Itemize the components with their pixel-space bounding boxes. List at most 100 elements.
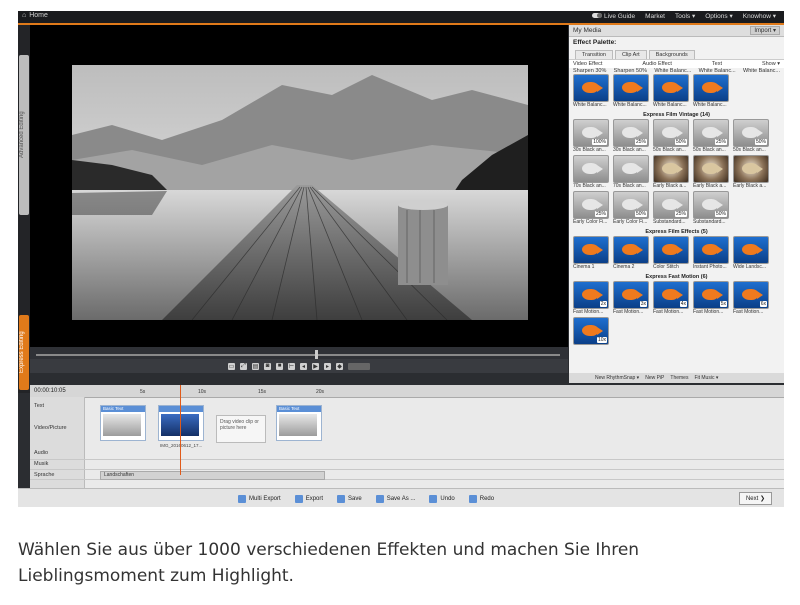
preview-frame [72, 65, 528, 320]
vintage-effect-tile[interactable]: 25% 30s Black an... [613, 119, 649, 153]
effect-thumbnail: 5x [693, 281, 729, 309]
rhythmsnap-button[interactable]: New RhythmSnap ▾ [595, 375, 639, 381]
vintage-grid: 100% 30s Black an... 25% 30s Black an... 50%… [569, 119, 784, 227]
effect-thumbnail [653, 155, 689, 183]
effect-thumbnail: 25% [693, 119, 729, 147]
effect-badge: 50% [714, 211, 727, 217]
options-menu[interactable]: Options ▾ [705, 12, 732, 20]
previous-frame-icon[interactable]: ◂ [300, 362, 307, 370]
undo-button[interactable]: Undo [429, 494, 455, 503]
vintage-effect-tile[interactable]: Early Black a... [693, 155, 729, 189]
home-button[interactable]: ⌂ Home [22, 12, 48, 19]
effect-thumbnail: 6x [733, 281, 769, 309]
fit-music-button[interactable]: Fit Music ▾ [694, 375, 718, 381]
vintage-effect-tile[interactable]: 50% 50s Black an... [653, 119, 689, 153]
vintage-effect-tile[interactable]: 25% 50s Black an... [693, 119, 729, 153]
split-icon[interactable]: ⊢ [288, 362, 295, 370]
vintage-effect-tile[interactable]: 25% Early Color Fi... [573, 191, 609, 225]
drop-zone[interactable]: Drag video clip or picture here [216, 415, 266, 443]
vintage-effect-tile[interactable]: 50% Early Color Fi... [613, 191, 649, 225]
white-balance-effect-tile[interactable]: White Balanc... [693, 74, 729, 108]
vintage-effect-tile[interactable]: 25% Substandard... [653, 191, 689, 225]
volume-icon[interactable]: ◆ [336, 362, 343, 370]
volume-slider[interactable] [348, 362, 370, 370]
aspect-icon[interactable]: ▤ [252, 362, 259, 370]
snapshot-icon[interactable]: ◙ [264, 362, 271, 370]
effect-thumbnail [573, 155, 609, 183]
fish-icon [582, 289, 603, 300]
tab-clip-art[interactable]: Clip Art [614, 50, 647, 59]
multi-export-button[interactable]: Multi Export [238, 494, 281, 503]
video-clip[interactable]: Basic Text [100, 405, 146, 441]
home-icon: ⌂ [22, 12, 27, 19]
ruler-mark: 5s [140, 389, 146, 395]
tab-audio-effect[interactable]: Audio Effect [642, 61, 672, 67]
express-editing-tab[interactable]: Express Editing [19, 315, 29, 390]
save-button[interactable]: Save [337, 494, 362, 503]
film-effect-tile[interactable]: Instant Photo... [693, 236, 729, 270]
effect-caption: Fast Motion... [613, 309, 644, 315]
play-icon[interactable]: ▶ [312, 362, 319, 370]
vintage-effect-tile[interactable]: 100% 30s Black an... [573, 119, 609, 153]
fish-icon [742, 289, 763, 300]
fast-motion-effect-tile[interactable]: 6x Fast Motion... [733, 281, 769, 315]
tab-video-effect[interactable]: Video Effect [573, 61, 602, 67]
new-pip-button[interactable]: New PiP [645, 375, 664, 381]
fish-icon [742, 163, 763, 174]
redo-button[interactable]: Redo [468, 494, 494, 503]
white-balance-effect-tile[interactable]: White Balanc... [573, 74, 609, 108]
knowhow-menu[interactable]: Knowhow ▾ [743, 12, 776, 20]
vintage-effect-tile[interactable]: 50% Substandard... [693, 191, 729, 225]
white-balance-effect-tile[interactable]: White Balanc... [653, 74, 689, 108]
tab-text[interactable]: Text [712, 61, 722, 67]
title-bar: ⌂ Home Live Guide Market Tools ▾ Options … [18, 11, 784, 25]
video-clip-selected[interactable] [158, 405, 204, 441]
fast-motion-effect-tile[interactable]: 3x Fast Motion... [613, 281, 649, 315]
live-guide-toggle[interactable]: Live Guide [592, 12, 635, 20]
fast-motion-effect-tile[interactable]: 10x [573, 317, 609, 345]
vintage-effect-tile[interactable]: 50% 50s Black an... [733, 119, 769, 153]
fish-icon [622, 163, 643, 174]
vintage-effect-tile[interactable]: Early Black a... [653, 155, 689, 189]
next-button[interactable]: Next ❯ [738, 492, 772, 505]
market-menu[interactable]: Market [645, 13, 665, 20]
undo-icon [429, 494, 438, 503]
fast-motion-effect-tile[interactable]: 5x Fast Motion... [693, 281, 729, 315]
display-mode-icon[interactable]: ▭ [228, 362, 235, 370]
export-button[interactable]: Export [294, 494, 323, 503]
fish-icon [702, 244, 723, 255]
next-frame-icon[interactable]: ▸ [324, 362, 331, 370]
white-balance-effect-tile[interactable]: White Balanc... [613, 74, 649, 108]
effect-badge: 4x [679, 301, 687, 307]
film-effect-tile[interactable]: Cinema 1 [573, 236, 609, 270]
themes-button[interactable]: Themes [670, 375, 688, 381]
fish-icon [662, 127, 683, 138]
effect-caption: Early Black a... [733, 183, 767, 189]
show-dropdown[interactable]: Show ▾ [762, 61, 780, 67]
effect-badge: 100% [592, 139, 607, 145]
effect-thumbnail [733, 155, 769, 183]
advanced-editing-tab[interactable]: Advanced Editing [19, 55, 29, 215]
film-effect-tile[interactable]: Color Stitch [653, 236, 689, 270]
video-clip[interactable]: Basic Text [276, 405, 322, 441]
fast-motion-effect-tile[interactable]: 4x Fast Motion... [653, 281, 689, 315]
tools-menu[interactable]: Tools ▾ [675, 12, 695, 20]
vintage-effect-tile[interactable]: 70s Black an... [573, 155, 609, 189]
music-clip[interactable]: Landschaften [100, 471, 325, 480]
vintage-effect-tile[interactable]: Early Black a... [733, 155, 769, 189]
film-effect-tile[interactable]: Cinema 2 [613, 236, 649, 270]
effect-thumbnail: 3x [613, 281, 649, 309]
fast-motion-effect-tile[interactable]: 2x Fast Motion... [573, 281, 609, 315]
fullscreen-icon[interactable]: ⤢ [240, 362, 247, 370]
effect-caption: 50s Black an... [693, 147, 726, 153]
film-effect-tile[interactable]: Wide Landsc... [733, 236, 769, 270]
playhead[interactable] [180, 385, 181, 475]
tab-backgrounds[interactable]: Backgrounds [648, 50, 695, 59]
tab-transition[interactable]: Transition [575, 50, 613, 59]
vintage-effect-tile[interactable]: 70s Black an... [613, 155, 649, 189]
stop-icon[interactable]: ■ [276, 362, 283, 370]
scrub-handle[interactable] [315, 350, 318, 359]
fish-icon [582, 199, 603, 210]
import-button[interactable]: Import ▾ [750, 26, 780, 35]
save-as-button[interactable]: Save As ... [375, 494, 415, 503]
